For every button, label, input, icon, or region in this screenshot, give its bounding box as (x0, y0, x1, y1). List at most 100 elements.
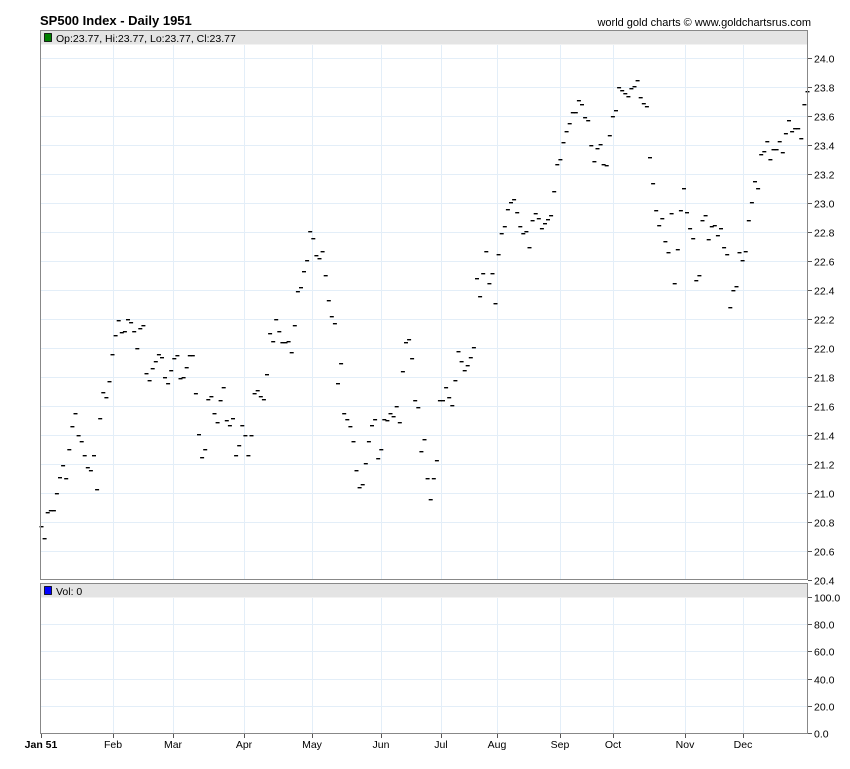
ohlc-bar (150, 368, 155, 370)
ohlc-bar (135, 348, 140, 350)
ohlc-bar (558, 159, 563, 161)
ohlc-bar (348, 426, 353, 428)
price-tick-label: 22.2 (814, 315, 835, 327)
price-tick-label: 20.8 (814, 518, 835, 530)
ohlc-bar (586, 120, 591, 122)
ohlc-bar (515, 212, 520, 214)
ohlc-bar (400, 371, 405, 373)
ohlc-bar (632, 86, 637, 88)
ohlc-bar (126, 319, 130, 321)
ohlc-bar (552, 191, 557, 193)
ohlc-bar (431, 478, 436, 480)
ohlc-bar (370, 425, 374, 427)
volume-legend-band (40, 583, 808, 598)
ohlc-bar (246, 455, 251, 457)
ohlc-bar (160, 357, 164, 359)
ohlc-bar (413, 400, 418, 402)
ohlc-bar (345, 419, 350, 421)
ohlc-bar (505, 209, 510, 211)
price-tick-label: 24.0 (814, 54, 835, 66)
x-tick-label: Dec (734, 739, 753, 751)
ohlc-bar (546, 219, 550, 221)
ohlc-bar (58, 477, 62, 479)
ohlc-bar (175, 355, 180, 357)
volume-panel: Vol: 0 100.0 80.0 60.0 40.0 20.0 0.0 (40, 583, 840, 741)
ohlc-bar (549, 215, 554, 217)
ohlc-bar (802, 104, 807, 106)
ohlc-bar (688, 228, 693, 230)
ohlc-bar (67, 449, 72, 451)
price-tick-label: 22.6 (814, 257, 835, 269)
ohlc-bar (441, 400, 445, 402)
ohlc-bar (295, 291, 300, 293)
price-axis: 24.0 23.8 23.6 23.4 23.2 23.0 22.8 22.6 22.4 22.2… (808, 54, 835, 588)
ohlc-bar (783, 133, 788, 135)
ohlc-bar (206, 399, 211, 401)
ohlc-bar (481, 273, 486, 275)
volume-tick-label: 20.0 (814, 702, 835, 714)
ohlc-bar (509, 202, 513, 204)
ohlc-bar (342, 413, 347, 415)
ohlc-bar (209, 396, 214, 398)
ohlc-bar (787, 120, 791, 122)
price-tick-label: 21.8 (814, 373, 835, 385)
ohlc-bar (533, 213, 538, 215)
ohlc-bar (227, 425, 232, 427)
price-tick-label: 23.6 (814, 112, 835, 124)
ohlc-bar (614, 110, 618, 112)
ohlc-bar (722, 247, 727, 249)
ohlc-bar (156, 354, 161, 356)
ohlc-bar (85, 467, 90, 469)
ohlc-bar (536, 218, 541, 220)
ohlc-bar (780, 152, 785, 154)
ohlc-bar (499, 233, 504, 235)
ohlc-bar (678, 210, 683, 212)
ohlc-bar (98, 418, 103, 420)
ohlc-bar (648, 157, 652, 159)
ohlc-bar (790, 131, 795, 133)
ohlc-bar (478, 296, 483, 298)
price-plot-area (40, 30, 808, 579)
ohlc-bar (530, 220, 535, 222)
ohlc-bar (527, 247, 532, 249)
volume-legend-swatch (44, 586, 52, 595)
ohlc-bar (447, 397, 452, 399)
ohlc-bar (138, 328, 143, 330)
ohlc-bar (197, 434, 201, 436)
ohlc-bar (221, 387, 226, 389)
x-tick-label: Apr (236, 739, 253, 751)
ohlc-bar (592, 161, 597, 163)
ohlc-bar (539, 228, 544, 230)
x-axis: Jan 51 Feb Mar Apr May Jun Jul Aug Sep Oct Nov Dec (25, 734, 753, 751)
volume-legend: Vol: 0 (56, 586, 82, 598)
ohlc-bar (73, 413, 78, 415)
ohlc-bar (410, 358, 415, 360)
ohlc-bar (329, 316, 334, 318)
ohlc-bar (669, 213, 674, 215)
ohlc-bar (567, 123, 572, 125)
ohlc-bar (314, 255, 319, 257)
ohlc-bar (799, 138, 804, 140)
ohlc-bar (243, 435, 248, 437)
ohlc-bar (129, 322, 134, 324)
ohlc-bar (573, 112, 578, 114)
ohlc-bar (261, 399, 266, 401)
ohlc-bar (598, 144, 603, 146)
ohlc-bar (620, 90, 625, 92)
ohlc-bar (694, 280, 699, 282)
ohlc-bar (351, 441, 356, 443)
ohlc-bar (141, 325, 146, 327)
ohlc-bar (88, 470, 93, 472)
price-tick-label: 23.8 (814, 83, 835, 95)
ohlc-bar (660, 218, 665, 220)
ohlc-bar (682, 188, 686, 190)
price-legend-swatch (44, 33, 52, 42)
ohlc-bar (95, 489, 100, 491)
ohlc-bar (456, 351, 461, 353)
ohlc-bar (169, 370, 174, 372)
ohlc-bar (444, 387, 449, 389)
ohlc-bar (101, 392, 106, 394)
volume-grid (40, 598, 808, 733)
ohlc-bar (122, 331, 127, 333)
ohlc-bar (302, 271, 306, 273)
